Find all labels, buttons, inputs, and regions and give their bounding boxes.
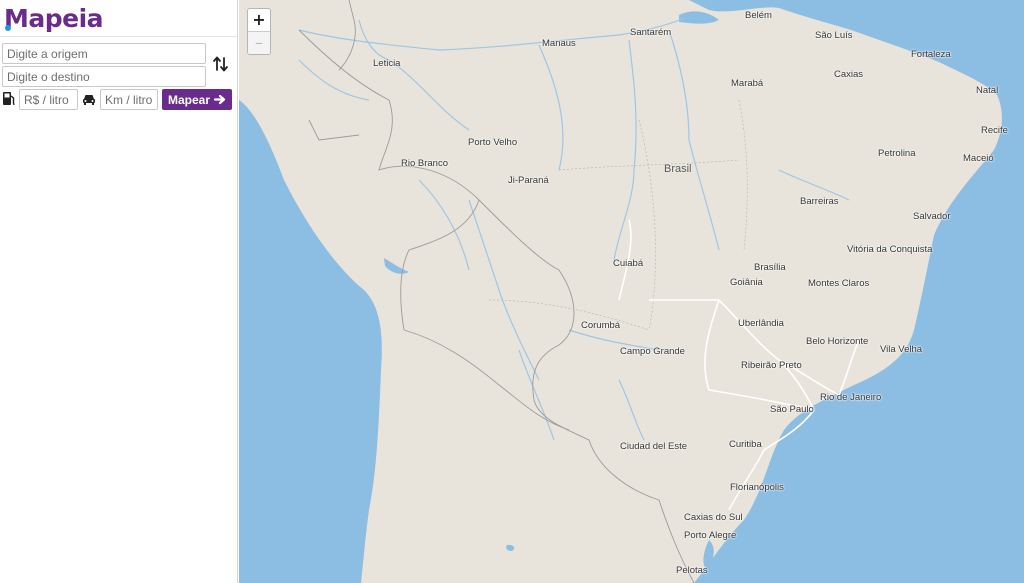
swap-arrows-icon[interactable] [212,54,230,74]
city-label: Santarém [630,27,672,38]
city-label: Natal [976,85,999,96]
city-label: Ji-Paraná [508,175,549,186]
city-label: Belém [745,10,772,21]
city-label: Curitiba [729,439,762,450]
car-icon [83,95,95,105]
city-label: Barreiras [800,196,839,207]
arrow-right-icon [214,94,226,105]
header-divider [0,36,237,37]
state-borders [488,99,748,331]
city-label: Cuiabá [613,258,644,269]
map-tiles[interactable] [239,0,1024,583]
destination-input[interactable] [2,66,206,87]
city-label: São Paulo [770,404,814,415]
city-label: Marabá [731,78,764,89]
map-canvas[interactable]: Brasil Belém Santarém Manaus São Luís Fo… [239,0,1024,583]
city-label: Brasília [754,262,786,273]
city-label: Caxias do Sul [684,512,743,523]
city-label: Goiânia [730,277,763,288]
zoom-control: + – [247,8,271,55]
fuel-price-input[interactable] [19,89,78,110]
city-label: Pelotas [676,565,708,576]
map-route-button[interactable]: Mapear [162,89,232,110]
city-label: Petrolina [878,148,916,159]
city-label: Salvador [913,211,951,222]
city-label: Recife [981,125,1008,136]
zoom-out-button[interactable]: – [248,32,270,54]
city-label: Vitória da Conquista [847,244,933,255]
city-label: Uberlândia [738,318,784,329]
city-label: Porto Velho [468,137,518,148]
consumption-input[interactable] [100,89,158,110]
logo-initial: M [4,3,29,33]
city-label: São Luís [815,30,853,41]
city-label: Rio de Janeiro [820,392,882,403]
origin-input[interactable] [2,43,206,64]
city-label: Vila Velha [880,344,923,355]
sidebar: Mapeia Mapear [0,0,238,583]
rivers [298,17,850,441]
city-label: Fortaleza [911,49,951,60]
map-route-button-label: Mapear [167,92,211,107]
pacific-ocean [239,100,382,583]
country-label-brasil: Brasil [664,163,692,175]
city-label: Florianópolis [730,482,784,493]
logo-dot [5,24,11,31]
city-label: Corumbá [581,320,621,331]
city-label: Belo Horizonte [806,336,869,347]
mapeia-logo[interactable]: Mapeia [4,2,104,34]
lake-small [506,544,515,551]
city-label: Caxias [834,69,864,80]
logo-text: apeia [28,3,104,33]
city-label: Montes Claros [808,278,870,289]
city-label: Manaus [542,38,576,49]
city-label: Porto Alegre [684,530,737,541]
fuel-pump-icon [3,92,15,106]
city-label: Leticia [373,58,401,69]
zoom-in-button[interactable]: + [248,9,270,32]
city-label: Ciudad del Este [620,441,688,452]
amazon-delta [679,11,719,24]
city-label: Ribeirão Preto [741,360,802,371]
city-label: Campo Grande [620,346,685,357]
city-label: Maceió [963,153,994,164]
city-label: Rio Branco [401,158,448,169]
